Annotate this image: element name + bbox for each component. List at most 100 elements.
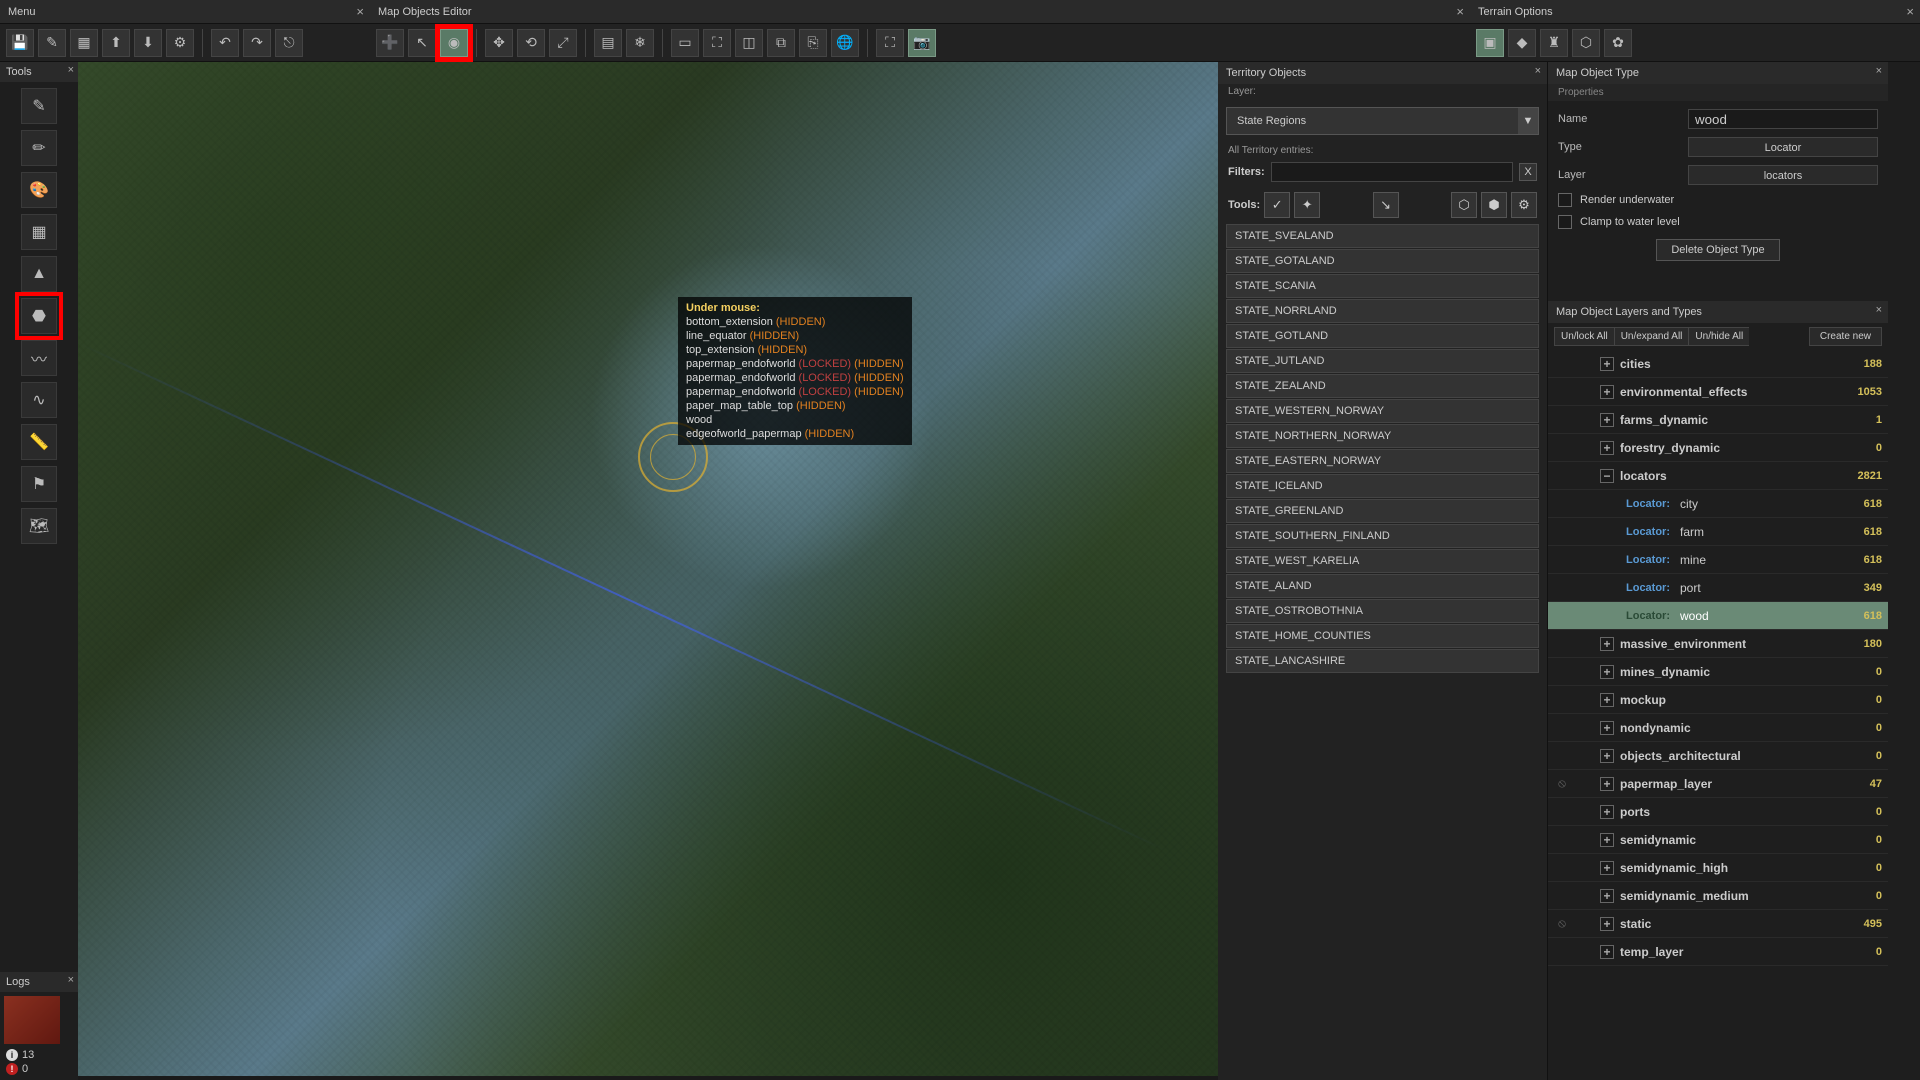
- close-icon[interactable]: ×: [356, 4, 364, 19]
- place-object-icon[interactable]: ◉: [440, 29, 468, 57]
- snap-icon[interactable]: ❄: [626, 29, 654, 57]
- visibility-icon[interactable]: [1580, 496, 1596, 512]
- visibility-icon[interactable]: [1554, 944, 1570, 960]
- state-item[interactable]: STATE_EASTERN_NORWAY: [1226, 449, 1539, 473]
- expand-icon[interactable]: +: [1600, 721, 1614, 735]
- layer-row[interactable]: +ports0: [1548, 798, 1888, 826]
- eyedropper-tool-icon[interactable]: ✏: [21, 130, 57, 166]
- terrain-tool-4-icon[interactable]: ⬡: [1572, 29, 1600, 57]
- expand-icon[interactable]: +: [1600, 693, 1614, 707]
- state-item[interactable]: STATE_ICELAND: [1226, 474, 1539, 498]
- visibility-icon[interactable]: [1580, 552, 1596, 568]
- log-info-line[interactable]: i 13: [4, 1048, 74, 1062]
- expand-icon[interactable]: +: [1600, 889, 1614, 903]
- visibility-icon[interactable]: [1554, 804, 1570, 820]
- create-new-button[interactable]: Create new: [1809, 327, 1882, 346]
- layer-row[interactable]: ⦸+papermap_layer47: [1548, 770, 1888, 798]
- terrain-tool-icon[interactable]: ▲: [21, 256, 57, 292]
- state-item[interactable]: STATE_SVEALAND: [1226, 224, 1539, 248]
- state-item[interactable]: STATE_ZEALAND: [1226, 374, 1539, 398]
- layer-row[interactable]: −locators2821: [1548, 462, 1888, 490]
- visibility-icon[interactable]: [1554, 692, 1570, 708]
- layer-row[interactable]: ⦸+static495: [1548, 910, 1888, 938]
- expand-icon[interactable]: +: [1600, 413, 1614, 427]
- layer-child-row[interactable]: Locator:farm618: [1548, 518, 1888, 546]
- layer-row[interactable]: +forestry_dynamic0: [1548, 434, 1888, 462]
- add-object-icon[interactable]: ➕: [376, 29, 404, 57]
- pointer-icon[interactable]: ↖: [408, 29, 436, 57]
- render-underwater-checkbox[interactable]: [1558, 193, 1572, 207]
- object-tool-icon[interactable]: ⬣: [21, 298, 57, 334]
- layer-child-row[interactable]: Locator:port349: [1548, 574, 1888, 602]
- visibility-icon[interactable]: [1554, 636, 1570, 652]
- move-icon[interactable]: ✥: [485, 29, 513, 57]
- undo-icon[interactable]: ↶: [211, 29, 239, 57]
- layer-row[interactable]: +environmental_effects1053: [1548, 378, 1888, 406]
- edit-icon[interactable]: ✎: [38, 29, 66, 57]
- state-item[interactable]: STATE_GREENLAND: [1226, 499, 1539, 523]
- expand-icon[interactable]: −: [1600, 469, 1614, 483]
- visibility-icon[interactable]: [1554, 888, 1570, 904]
- terrain-tool-1-icon[interactable]: ▣: [1476, 29, 1504, 57]
- layer-value[interactable]: locators: [1688, 165, 1878, 185]
- close-icon[interactable]: ×: [68, 974, 74, 986]
- state-item[interactable]: STATE_LANCASHIRE: [1226, 649, 1539, 673]
- assign-tool-icon[interactable]: ↘: [1373, 192, 1399, 218]
- hex-tool-icon[interactable]: ⬡: [1451, 192, 1477, 218]
- select-tool-icon[interactable]: ✓: [1264, 192, 1290, 218]
- layer-row[interactable]: +semidynamic_high0: [1548, 854, 1888, 882]
- viewport-3d[interactable]: Under mouse: bottom_extension (HIDDEN) l…: [78, 62, 1218, 1076]
- state-item[interactable]: STATE_NORTHERN_NORWAY: [1226, 424, 1539, 448]
- state-item[interactable]: STATE_ALAND: [1226, 574, 1539, 598]
- settings-icon[interactable]: ⚙: [166, 29, 194, 57]
- state-item[interactable]: STATE_NORRLAND: [1226, 299, 1539, 323]
- spline-tool-icon[interactable]: ∿: [21, 382, 57, 418]
- visibility-icon[interactable]: [1554, 748, 1570, 764]
- expand-icon[interactable]: +: [1600, 749, 1614, 763]
- expand-icon[interactable]: +: [1600, 385, 1614, 399]
- visibility-icon[interactable]: ⦸: [1554, 776, 1570, 792]
- name-input[interactable]: [1688, 109, 1878, 129]
- package-icon[interactable]: ▦: [70, 29, 98, 57]
- focus-icon[interactable]: ⛶: [876, 29, 904, 57]
- visibility-icon[interactable]: [1554, 412, 1570, 428]
- unexpand-all-button[interactable]: Un/expand All: [1614, 327, 1689, 346]
- layer-row[interactable]: +nondynamic0: [1548, 714, 1888, 742]
- state-item[interactable]: STATE_OSTROBOTHNIA: [1226, 599, 1539, 623]
- visibility-icon[interactable]: [1580, 580, 1596, 596]
- gear-icon[interactable]: ⚙: [1511, 192, 1537, 218]
- state-item[interactable]: STATE_GOTLAND: [1226, 324, 1539, 348]
- type-value[interactable]: Locator: [1688, 137, 1878, 157]
- export-icon[interactable]: ⬆: [102, 29, 130, 57]
- log-error-line[interactable]: ! 0: [4, 1062, 74, 1076]
- expand-icon[interactable]: +: [1600, 805, 1614, 819]
- layer-row[interactable]: +farms_dynamic1: [1548, 406, 1888, 434]
- link-icon[interactable]: ⎘: [799, 29, 827, 57]
- paint-tool-icon[interactable]: ✦: [1294, 192, 1320, 218]
- layer-dropdown[interactable]: State Regions ▼: [1226, 107, 1539, 135]
- visibility-icon[interactable]: [1554, 356, 1570, 372]
- layer-row[interactable]: +massive_environment180: [1548, 630, 1888, 658]
- clamp-water-checkbox[interactable]: [1558, 215, 1572, 229]
- camera-icon[interactable]: 📷: [908, 29, 936, 57]
- expand-icon[interactable]: +: [1600, 861, 1614, 875]
- expand-icon[interactable]: +: [1600, 665, 1614, 679]
- close-icon[interactable]: ×: [1876, 304, 1882, 316]
- expand-icon[interactable]: +: [1600, 833, 1614, 847]
- state-list[interactable]: STATE_SVEALANDSTATE_GOTALANDSTATE_SCANIA…: [1226, 224, 1539, 1072]
- state-item[interactable]: STATE_HOME_COUNTIES: [1226, 624, 1539, 648]
- layer-row[interactable]: +cities188: [1548, 350, 1888, 378]
- unlock-all-button[interactable]: Un/lock All: [1554, 327, 1614, 346]
- group-icon[interactable]: ⧉: [767, 29, 795, 57]
- layer-child-row[interactable]: Locator:wood618: [1548, 602, 1888, 630]
- flag-tool-icon[interactable]: ⚑: [21, 466, 57, 502]
- close-icon[interactable]: ×: [1535, 65, 1541, 77]
- rotate-icon[interactable]: ⟲: [517, 29, 545, 57]
- visibility-icon[interactable]: [1554, 720, 1570, 736]
- terrain-tool-5-icon[interactable]: ✿: [1604, 29, 1632, 57]
- visibility-icon[interactable]: [1580, 524, 1596, 540]
- expand-icon[interactable]: +: [1600, 945, 1614, 959]
- state-item[interactable]: STATE_SOUTHERN_FINLAND: [1226, 524, 1539, 548]
- close-icon[interactable]: ×: [1876, 65, 1882, 77]
- layer-row[interactable]: +semidynamic0: [1548, 826, 1888, 854]
